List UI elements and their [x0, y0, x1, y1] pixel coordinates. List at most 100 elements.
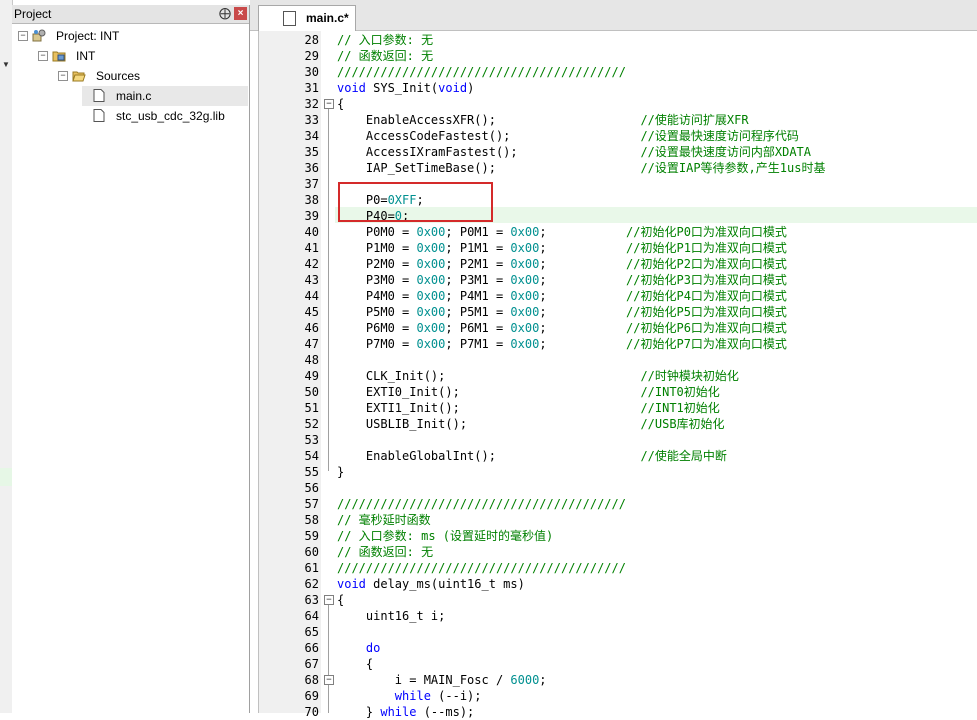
code-line[interactable]: i = MAIN_Fosc / 6000;	[337, 672, 547, 688]
code-token: EXTI0_Init();	[337, 385, 641, 399]
code-token: // 函数返回: 无	[337, 49, 434, 63]
code-token: P0M0 =	[337, 225, 417, 239]
code-line[interactable]: } while (--ms);	[337, 704, 474, 720]
tab-main-c[interactable]: main.c*	[258, 5, 356, 31]
code-line[interactable]: EnableAccessXFR(); //使能访问扩展XFR	[337, 112, 749, 128]
code-token: 0x00	[510, 225, 540, 239]
code-line[interactable]: // 入口参数: 无	[337, 32, 433, 48]
code-line[interactable]: P3M0 = 0x00; P3M1 = 0x00; //初始化P3口为准双向口模…	[337, 272, 787, 288]
pin-icon[interactable]: ⨁	[219, 6, 231, 20]
code-token: 0x00	[510, 337, 540, 351]
code-line[interactable]: void SYS_Init(void)	[337, 80, 474, 96]
line-number: 28	[304, 33, 319, 47]
code-token: 0x00	[510, 241, 540, 255]
code-line[interactable]: P5M0 = 0x00; P5M1 = 0x00; //初始化P5口为准双向口模…	[337, 304, 787, 320]
code-token: 0x00	[416, 273, 446, 287]
line-number: 46	[304, 321, 319, 335]
code-line[interactable]: {	[337, 592, 344, 608]
code-token: P7M0 =	[337, 337, 417, 351]
code-line[interactable]: P0M0 = 0x00; P0M1 = 0x00; //初始化P0口为准双向口模…	[337, 224, 787, 240]
code-token: P1M0 =	[337, 241, 417, 255]
code-line[interactable]: ////////////////////////////////////////	[337, 560, 626, 576]
code-line[interactable]: uint16_t i;	[337, 608, 445, 624]
fold-toggle-icon[interactable]: −	[324, 99, 334, 109]
code-line[interactable]: {	[337, 96, 344, 112]
code-line[interactable]: P6M0 = 0x00; P6M1 = 0x00; //初始化P6口为准双向口模…	[337, 320, 787, 336]
collapse-icon[interactable]: −	[18, 31, 28, 41]
collapse-icon[interactable]: −	[38, 51, 48, 61]
fold-guide	[328, 107, 329, 471]
fold-toggle-icon[interactable]: −	[324, 595, 334, 605]
code-line[interactable]: P2M0 = 0x00; P2M1 = 0x00; //初始化P2口为准双向口模…	[337, 256, 787, 272]
code-token: ; P5M1 =	[445, 305, 511, 319]
code-line[interactable]: }	[337, 464, 344, 480]
code-line[interactable]: EnableGlobalInt(); //使能全局中断	[337, 448, 727, 464]
code-line[interactable]: while (--i);	[337, 688, 482, 704]
code-line[interactable]: // 毫秒延时函数	[337, 512, 431, 528]
tree-item-sources[interactable]: − Sources	[12, 66, 249, 86]
tree-item-project[interactable]: − Project: INT	[12, 26, 249, 46]
fold-toggle-icon[interactable]: −	[324, 675, 334, 685]
code-token: {	[337, 97, 345, 111]
collapse-icon[interactable]: −	[58, 71, 68, 81]
code-line[interactable]: // 入口参数: ms (设置延时的毫秒值)	[337, 528, 553, 544]
tree-item-main-c[interactable]: main.c	[82, 86, 248, 106]
code-line[interactable]: AccessIXramFastest(); //设置最快速度访问内部XDATA	[337, 144, 811, 160]
line-number: 29	[304, 49, 319, 63]
tree-item-label: INT	[76, 49, 96, 63]
code-line[interactable]: USBLIB_Init(); //USB库初始化	[337, 416, 725, 432]
code-token: )	[467, 81, 475, 95]
code-line[interactable]: ////////////////////////////////////////	[337, 496, 626, 512]
code-token: //初始化P5口为准双向口模式	[626, 305, 787, 319]
code-token: //设置最快速度访问程序代码	[640, 129, 799, 143]
line-number: 62	[304, 577, 319, 591]
code-line[interactable]: ////////////////////////////////////////	[337, 64, 626, 80]
code-token: ; P6M1 =	[445, 321, 511, 335]
code-line[interactable]: IAP_SetTimeBase(); //设置IAP等待参数,产生1us时基	[337, 160, 826, 176]
code-token: //时钟模块初始化	[640, 369, 739, 383]
line-number: 34	[304, 129, 319, 143]
line-number: 50	[304, 385, 319, 399]
code-token: ;	[539, 321, 627, 335]
line-number: 33	[304, 113, 319, 127]
code-token: {	[337, 593, 345, 607]
line-number: 49	[304, 369, 319, 383]
code-line[interactable]: void delay_ms(uint16_t ms)	[337, 576, 525, 592]
code-token: //INT0初始化	[640, 385, 720, 399]
line-number: 38	[304, 193, 319, 207]
code-token: }	[337, 465, 345, 479]
code-line[interactable]: P4M0 = 0x00; P4M1 = 0x00; //初始化P4口为准双向口模…	[337, 288, 787, 304]
code-line[interactable]: {	[337, 656, 373, 672]
code-line[interactable]: AccessCodeFastest(); //设置最快速度访问程序代码	[337, 128, 799, 144]
code-line[interactable]: EXTI1_Init(); //INT1初始化	[337, 400, 720, 416]
code-line[interactable]: EXTI0_Init(); //INT0初始化	[337, 384, 720, 400]
close-panel-button[interactable]: ×	[234, 7, 247, 20]
tree-item-label: Project: INT	[56, 29, 120, 43]
code-token: //初始化P4口为准双向口模式	[626, 289, 787, 303]
code-line[interactable]: // 函数返回: 无	[337, 48, 433, 64]
line-number: 53	[304, 433, 319, 447]
code-line[interactable]: P1M0 = 0x00; P1M1 = 0x00; //初始化P1口为准双向口模…	[337, 240, 787, 256]
code-line[interactable]: // 函数返回: 无	[337, 544, 433, 560]
code-line[interactable]: P7M0 = 0x00; P7M1 = 0x00; //初始化P7口为准双向口模…	[337, 336, 787, 352]
tree-item-label: main.c	[116, 89, 152, 103]
code-line[interactable]: do	[337, 640, 380, 656]
code-token: ;	[539, 225, 627, 239]
code-token: //使能全局中断	[640, 449, 727, 463]
line-number: 40	[304, 225, 319, 239]
dropdown-arrow-icon[interactable]: ▼	[2, 60, 10, 69]
tree-item-target[interactable]: − INT	[12, 46, 249, 66]
line-number: 63	[304, 593, 319, 607]
file-icon	[93, 89, 105, 102]
code-line[interactable]: CLK_Init(); //时钟模块初始化	[337, 368, 739, 384]
tab-label: main.c*	[306, 11, 349, 25]
code-token: EnableGlobalInt();	[337, 449, 641, 463]
tree-item-lib[interactable]: stc_usb_cdc_32g.lib	[82, 106, 248, 126]
code-token: P3M0 =	[337, 273, 417, 287]
line-number: 60	[304, 545, 319, 559]
code-token: uint16_t i;	[337, 609, 446, 623]
code-token: ; P3M1 =	[445, 273, 511, 287]
code-token: // 入口参数: ms (设置延时的毫秒值)	[337, 529, 554, 543]
code-editor[interactable]: 28 29 30 31 32 33 34 35 36 37 38 39 40 41 42 43 44 45 46 47…	[258, 31, 977, 719]
code-token: //初始化P6口为准双向口模式	[626, 321, 787, 335]
